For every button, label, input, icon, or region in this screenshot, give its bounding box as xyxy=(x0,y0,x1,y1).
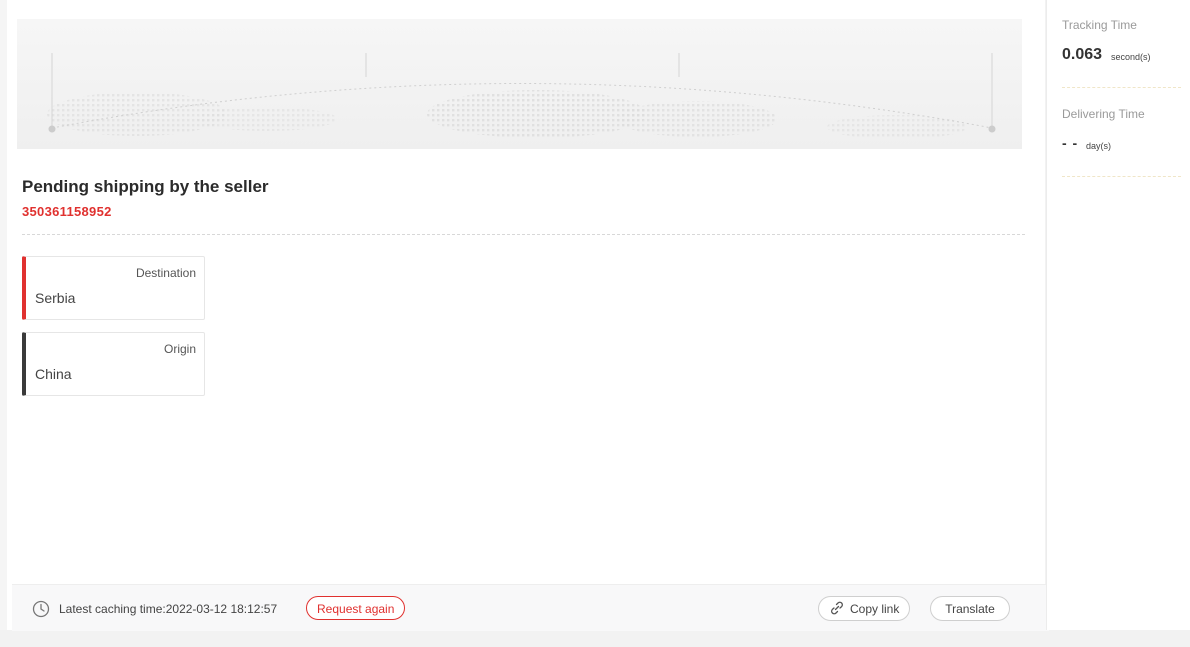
footer-bar: Latest caching time:2022-03-12 18:12:57 … xyxy=(12,584,1049,631)
origin-country: China xyxy=(35,366,72,382)
timing-sidebar: Tracking Time 0.063 second(s) Delivering… xyxy=(1046,0,1190,630)
destination-label: Destination xyxy=(135,266,196,280)
copy-link-label: Copy link xyxy=(850,602,900,616)
shipment-status-title: Pending shipping by the seller xyxy=(22,177,269,196)
delivering-time-value: - - xyxy=(1062,135,1079,151)
world-map-illustration xyxy=(47,53,996,139)
tracking-time-unit: second(s) xyxy=(1111,52,1151,62)
link-icon xyxy=(831,601,843,615)
tracking-time-label: Tracking Time xyxy=(1062,18,1137,32)
sidebar-separator xyxy=(1062,176,1181,177)
origin-card: Origin China xyxy=(22,332,205,396)
tracking-time-value: 0.063 xyxy=(1062,46,1103,63)
delivering-time-label: Delivering Time xyxy=(1062,107,1145,121)
copy-link-button[interactable]: Copy link xyxy=(818,596,910,621)
destination-country: Serbia xyxy=(35,290,76,306)
translate-button[interactable]: Translate xyxy=(930,596,1010,621)
destination-card: Destination Serbia xyxy=(22,256,205,320)
origin-label: Origin xyxy=(163,342,196,356)
cache-time-text: Latest caching time:2022-03-12 18:12:57 xyxy=(59,602,278,616)
clock-icon xyxy=(32,600,50,618)
world-map-banner xyxy=(17,19,1022,149)
section-divider xyxy=(22,234,1025,235)
request-again-button[interactable]: Request again xyxy=(306,596,406,620)
left-gutter xyxy=(0,0,7,630)
sidebar-separator xyxy=(1062,87,1181,88)
delivering-time-unit: day(s) xyxy=(1086,141,1112,151)
tracking-number: 350361158952 xyxy=(22,204,112,219)
